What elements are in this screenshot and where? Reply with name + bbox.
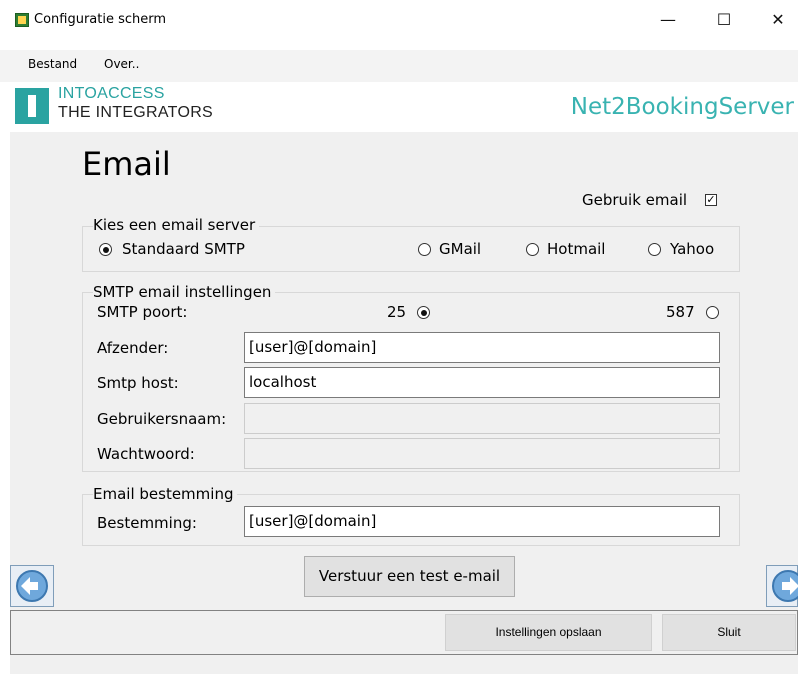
server-group-title: Kies een email server (93, 216, 260, 234)
maximize-button[interactable]: ☐ (702, 5, 746, 35)
radio-yahoo[interactable] (648, 243, 661, 256)
destination-group-title: Email bestemming (93, 485, 238, 503)
logo-line2: THE INTEGRATORS (58, 104, 214, 121)
status-bar (10, 655, 798, 674)
radio-hotmail-label: Hotmail (547, 240, 606, 258)
port-587-label: 587 (666, 303, 695, 321)
next-page-button[interactable] (766, 565, 798, 607)
radio-standaard-smtp-label: Standaard SMTP (122, 240, 245, 258)
sender-label: Afzender: (97, 339, 169, 357)
close-button[interactable]: Sluit (662, 614, 796, 651)
port-25-label: 25 (387, 303, 407, 321)
username-label: Gebruikersnaam: (97, 410, 227, 428)
smtp-host-input[interactable]: localhost (244, 367, 720, 398)
arrow-left-icon (16, 570, 48, 602)
destination-label: Bestemming: (97, 514, 197, 532)
window: { "window": { "title": "Configuratie sch… (0, 0, 798, 674)
product-name: Net2BookingServer (570, 94, 794, 120)
test-email-button[interactable]: Verstuur een test e-mail (304, 556, 515, 597)
minimize-button[interactable]: — (646, 5, 690, 35)
username-input[interactable] (244, 403, 720, 434)
logo-icon (15, 88, 49, 124)
use-email-checkbox[interactable]: ✓ (705, 194, 717, 206)
radio-hotmail[interactable] (526, 243, 539, 256)
spreadsheet-app-icon (15, 13, 29, 27)
destination-input[interactable]: [user]@[domain] (244, 506, 720, 537)
smtp-group-title: SMTP email instellingen (93, 283, 276, 301)
password-input[interactable] (244, 438, 720, 469)
previous-page-button[interactable] (10, 565, 54, 607)
close-window-button[interactable]: ✕ (756, 5, 798, 35)
radio-standaard-smtp[interactable] (99, 243, 112, 256)
menu-item-bestand[interactable]: Bestand (28, 57, 77, 71)
sender-input[interactable]: [user]@[domain] (244, 332, 720, 363)
window-title: Configuratie scherm (34, 12, 167, 27)
smtp-host-label: Smtp host: (97, 374, 179, 392)
use-email-label: Gebruik email (582, 191, 688, 209)
radio-gmail[interactable] (418, 243, 431, 256)
radio-yahoo-label: Yahoo (670, 240, 715, 258)
logo-line1: INTOACCESS (58, 85, 165, 102)
smtp-port-label: SMTP poort: (97, 303, 188, 321)
menu-item-over[interactable]: Over.. (104, 57, 139, 71)
password-label: Wachtwoord: (97, 445, 195, 463)
radio-port-25[interactable] (417, 306, 430, 319)
radio-port-587[interactable] (706, 306, 719, 319)
page-title: Email (82, 145, 171, 183)
save-settings-button[interactable]: Instellingen opslaan (445, 614, 652, 651)
arrow-right-icon (772, 570, 798, 602)
checkmark-icon: ✓ (706, 193, 716, 206)
radio-gmail-label: GMail (439, 240, 482, 258)
